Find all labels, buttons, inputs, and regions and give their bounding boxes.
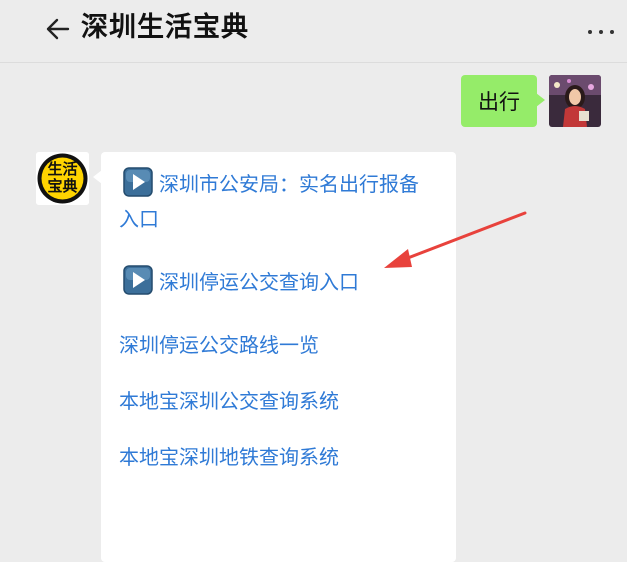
link-police-registration[interactable]: 深圳市公安局：实名出行报备 bbox=[123, 167, 419, 201]
link-police-registration-line2[interactable]: 入口 bbox=[119, 202, 159, 236]
chat-header: 深圳生活宝典 bbox=[0, 0, 627, 63]
more-options-icon[interactable] bbox=[588, 30, 622, 38]
link-suspended-bus-query[interactable]: 深圳停运公交查询入口 bbox=[123, 265, 359, 299]
back-arrow-icon[interactable] bbox=[42, 15, 70, 43]
link-bus-query-system[interactable]: 本地宝深圳公交查询系统 bbox=[119, 384, 339, 418]
link-suspended-bus-query-label: 深圳停运公交查询入口 bbox=[159, 270, 359, 294]
bot-avatar[interactable]: 生活 宝典 bbox=[36, 152, 89, 205]
annotation-arrow-icon bbox=[384, 211, 527, 268]
play-icon bbox=[123, 265, 153, 295]
link-metro-query-system[interactable]: 本地宝深圳地铁查询系统 bbox=[119, 440, 339, 474]
chat-title: 深圳生活宝典 bbox=[81, 12, 249, 43]
link-suspended-bus-routes[interactable]: 深圳停运公交路线一览 bbox=[119, 328, 319, 362]
play-icon bbox=[123, 167, 153, 197]
user-message-bubble: 出行 bbox=[461, 75, 545, 127]
bot-avatar-text-top: 生活 bbox=[47, 160, 78, 178]
link-police-registration-line1: 深圳市公安局：实名出行报备 bbox=[159, 172, 419, 196]
user-avatar[interactable] bbox=[549, 75, 601, 127]
bot-avatar-text-bottom: 宝典 bbox=[47, 177, 78, 195]
